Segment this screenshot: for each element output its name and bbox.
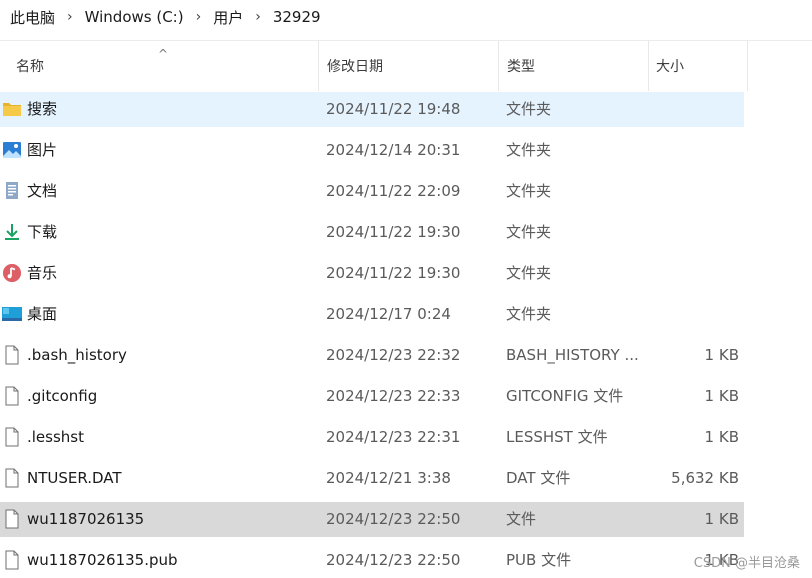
list-item[interactable]: .lesshst 2024/12/23 22:31 LESSHST 文件 1 K… (0, 420, 744, 455)
column-header-size[interactable]: 大小 (648, 41, 748, 91)
file-name: wu1187026135.pub (27, 543, 178, 578)
file-date: 2024/11/22 19:48 (326, 92, 460, 127)
breadcrumb-drive-c[interactable]: Windows (C:) (83, 8, 186, 26)
file-date: 2024/12/23 22:31 (326, 420, 460, 455)
column-header-row: 名称 ^ 修改日期 类型 大小 (0, 40, 812, 90)
file-date: 2024/11/22 19:30 (326, 256, 460, 291)
file-name: .lesshst (27, 420, 84, 455)
desktop-folder-icon (2, 304, 22, 324)
file-icon (2, 468, 22, 488)
file-name: 图片 (27, 133, 57, 168)
file-date: 2024/11/22 19:30 (326, 215, 460, 250)
column-header-type-label: 类型 (507, 56, 535, 76)
sort-ascending-icon: ^ (158, 47, 168, 61)
music-folder-icon (2, 263, 22, 283)
file-name: NTUSER.DAT (27, 461, 122, 496)
file-type: 文件夹 (506, 174, 551, 209)
list-item[interactable]: 搜索 2024/11/22 19:48 文件夹 (0, 92, 744, 127)
file-icon (2, 427, 22, 447)
file-name: .bash_history (27, 338, 127, 373)
file-type: BASH_HISTORY ... (506, 338, 639, 373)
file-name: 音乐 (27, 256, 57, 291)
file-date: 2024/12/23 22:33 (326, 379, 460, 414)
breadcrumb-user-folder[interactable]: 32929 (271, 8, 323, 26)
file-type: DAT 文件 (506, 461, 570, 496)
file-date: 2024/12/23 22:32 (326, 338, 460, 373)
chevron-right-icon[interactable]: › (196, 9, 202, 25)
list-item[interactable]: wu1187026135.pub 2024/12/23 22:50 PUB 文件… (0, 543, 744, 578)
column-header-type[interactable]: 类型 (498, 41, 648, 91)
pictures-folder-icon (2, 140, 22, 160)
file-name: .gitconfig (27, 379, 97, 414)
file-size: 1 KB (705, 338, 739, 373)
column-header-date-label: 修改日期 (327, 56, 383, 76)
file-icon (2, 345, 22, 365)
file-type: LESSHST 文件 (506, 420, 608, 455)
list-item[interactable]: 桌面 2024/12/17 0:24 文件夹 (0, 297, 744, 332)
list-item[interactable]: 文档 2024/11/22 22:09 文件夹 (0, 174, 744, 209)
file-type: 文件 (506, 502, 536, 537)
list-item[interactable]: wu1187026135 2024/12/23 22:50 文件 1 KB (0, 502, 744, 537)
breadcrumb-this-pc[interactable]: 此电脑 (8, 7, 57, 28)
file-size: 5,632 KB (671, 461, 739, 496)
file-name: 下载 (27, 215, 57, 250)
watermark: CSDN @半目沧桑 (694, 552, 800, 571)
file-icon (2, 386, 22, 406)
breadcrumb: 此电脑 › Windows (C:) › 用户 › 32929 (0, 0, 812, 34)
file-date: 2024/12/23 22:50 (326, 502, 460, 537)
file-date: 2024/12/21 3:38 (326, 461, 451, 496)
file-size: 1 KB (705, 502, 739, 537)
file-date: 2024/11/22 22:09 (326, 174, 460, 209)
file-name: wu1187026135 (27, 502, 144, 537)
chevron-right-icon[interactable]: › (255, 9, 261, 25)
breadcrumb-users[interactable]: 用户 (211, 7, 245, 28)
file-name: 搜索 (27, 92, 57, 127)
list-item[interactable]: .gitconfig 2024/12/23 22:33 GITCONFIG 文件… (0, 379, 744, 414)
column-header-date[interactable]: 修改日期 (318, 41, 498, 91)
list-item[interactable]: .bash_history 2024/12/23 22:32 BASH_HIST… (0, 338, 744, 373)
file-type: 文件夹 (506, 256, 551, 291)
search-folder-icon (2, 99, 22, 119)
file-type: 文件夹 (506, 92, 551, 127)
file-name: 文档 (27, 174, 57, 209)
file-name: 桌面 (27, 297, 57, 332)
file-type: 文件夹 (506, 297, 551, 332)
file-size: 1 KB (705, 379, 739, 414)
file-date: 2024/12/23 22:50 (326, 543, 460, 578)
file-type: PUB 文件 (506, 543, 571, 578)
file-type: 文件夹 (506, 215, 551, 250)
file-icon (2, 550, 22, 570)
list-item[interactable]: NTUSER.DAT 2024/12/21 3:38 DAT 文件 5,632 … (0, 461, 744, 496)
documents-folder-icon (2, 181, 22, 201)
file-date: 2024/12/17 0:24 (326, 297, 451, 332)
list-item[interactable]: 下载 2024/11/22 19:30 文件夹 (0, 215, 744, 250)
list-item[interactable]: 图片 2024/12/14 20:31 文件夹 (0, 133, 744, 168)
file-date: 2024/12/14 20:31 (326, 133, 460, 168)
column-header-size-label: 大小 (656, 56, 684, 76)
list-item[interactable]: 音乐 2024/11/22 19:30 文件夹 (0, 256, 744, 291)
file-icon (2, 509, 22, 529)
file-size: 1 KB (705, 420, 739, 455)
file-type: 文件夹 (506, 133, 551, 168)
file-type: GITCONFIG 文件 (506, 379, 623, 414)
downloads-folder-icon (2, 222, 22, 242)
column-header-name-label: 名称 (16, 56, 44, 76)
chevron-right-icon[interactable]: › (67, 9, 73, 25)
